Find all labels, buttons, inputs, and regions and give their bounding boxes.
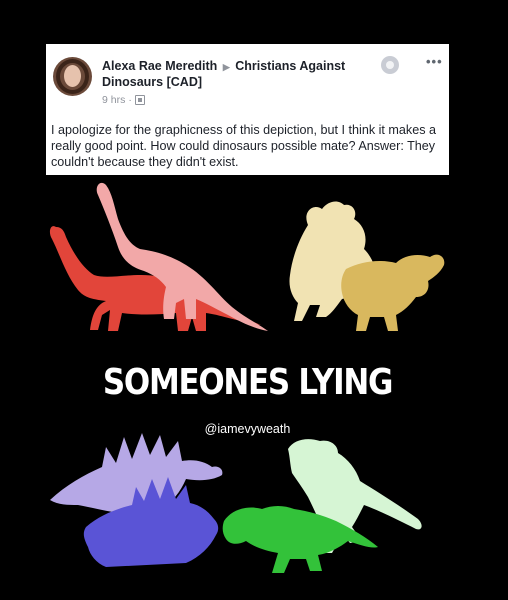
post-body: I apologize for the graphicness of this … <box>51 123 437 169</box>
meme-image: SOMEONES LYING @iamevyweath <box>46 175 449 577</box>
facebook-post: Alexa Rae Meredith ▶ Christians Against … <box>46 44 449 175</box>
post-meta: 9 hrs · <box>102 94 145 106</box>
post-time[interactable]: 9 hrs <box>102 94 125 106</box>
meme-caption: SOMEONES LYING <box>102 362 393 403</box>
author-name[interactable]: Alexa Rae Meredith <box>102 59 217 73</box>
ellipsis-icon[interactable]: ••• <box>426 54 443 69</box>
gold-triceratops <box>341 254 445 331</box>
public-icon <box>134 95 145 105</box>
triangle-right-icon: ▶ <box>222 62 230 72</box>
avatar[interactable] <box>53 57 92 96</box>
screenshot-root: { "post": { "author": "Alexa Rae Meredit… <box>0 0 508 600</box>
watermark-handle: @iamevyweath <box>204 422 291 436</box>
group-badge-icon <box>381 56 399 74</box>
post-header: Alexa Rae Meredith ▶ Christians Against … <box>102 59 392 90</box>
